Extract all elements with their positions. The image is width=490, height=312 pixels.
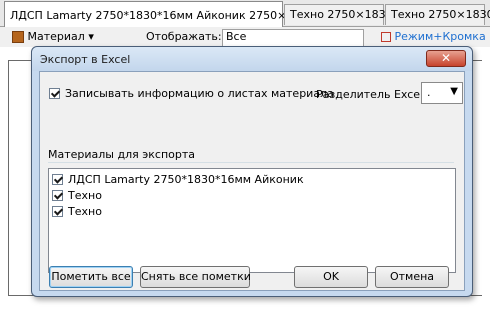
display-label: Отображать: [146, 30, 222, 43]
cancel-button[interactable]: Отмена [375, 266, 449, 288]
close-icon: ✕ [440, 51, 452, 65]
dialog-titlebar[interactable]: Экспорт в Excel ✕ [32, 47, 472, 71]
display-select[interactable]: Все [222, 29, 364, 47]
material-label: Техно [68, 204, 102, 218]
write-info-option[interactable]: Записывать информацию о листах материала [49, 86, 334, 100]
tab-label: Техно 2750×1830 [290, 8, 393, 21]
grid-line [8, 60, 9, 296]
uncheck-all-button[interactable]: Снять все пометки [140, 266, 251, 288]
material-checkbox[interactable] [52, 189, 63, 201]
tab-tekhno-2[interactable]: Техно 2750×1830 [385, 4, 490, 25]
list-item[interactable]: Техно [52, 204, 102, 218]
document-tabs: ЛДСП Lamarty 2750*1830*16мм Айконик 2750… [0, 0, 490, 27]
chevron-down-icon: ▾ [88, 30, 94, 43]
materials-group: Материалы для экспорта ЛДСП Lamarty 2750… [48, 148, 456, 275]
check-all-button[interactable]: Пометить все [49, 266, 133, 288]
material-icon [12, 31, 24, 43]
material-label: ЛДСП Lamarty 2750*1830*16мм Айконик [68, 172, 304, 186]
material-checkbox[interactable] [52, 205, 63, 217]
export-excel-dialog: Экспорт в Excel ✕ Записывать информацию … [31, 46, 473, 297]
mode-label: Режим+Кромка [394, 30, 486, 43]
group-divider [48, 162, 454, 163]
mode-edge-button[interactable]: Режим+Кромка [381, 30, 486, 45]
close-button[interactable]: ✕ [426, 50, 466, 67]
dialog-content: Записывать информацию о листах материала… [39, 71, 465, 291]
material-checkbox[interactable] [52, 173, 63, 185]
mode-icon [381, 32, 391, 42]
chevron-down-icon: ▼ [450, 86, 458, 97]
display-value: Все [226, 30, 247, 43]
materials-group-title: Материалы для экспорта [48, 148, 196, 161]
write-info-label: Записывать информацию о листах материала [65, 86, 334, 100]
tab-ldsp[interactable]: ЛДСП Lamarty 2750*1830*16мм Айконик 2750… [4, 1, 314, 27]
write-info-checkbox[interactable] [49, 87, 60, 99]
ok-button[interactable]: OK [294, 266, 368, 288]
material-label: Техно [68, 188, 102, 202]
list-item[interactable]: Техно [52, 188, 102, 202]
separator-value: . [427, 86, 431, 99]
tab-label: Техно 2750×1830 [391, 8, 490, 21]
tab-label: ЛДСП Lamarty 2750*1830*16мм Айконик 2750… [10, 9, 315, 22]
tab-tekhno-1[interactable]: Техно 2750×1830 [284, 4, 393, 25]
toolbar: Материал ▾ Отображать: Все Режим+Кромка [0, 27, 490, 47]
material-label: Материал [27, 30, 85, 43]
material-button[interactable]: Материал ▾ [12, 30, 94, 45]
dialog-title: Экспорт в Excel [40, 53, 131, 66]
separator-select[interactable]: . ▼ [421, 82, 463, 104]
separator-label: Разделитель Excel [316, 88, 424, 101]
list-item[interactable]: ЛДСП Lamarty 2750*1830*16мм Айконик [52, 172, 304, 186]
materials-list[interactable]: ЛДСП Lamarty 2750*1830*16мм Айконик Техн… [48, 168, 456, 273]
